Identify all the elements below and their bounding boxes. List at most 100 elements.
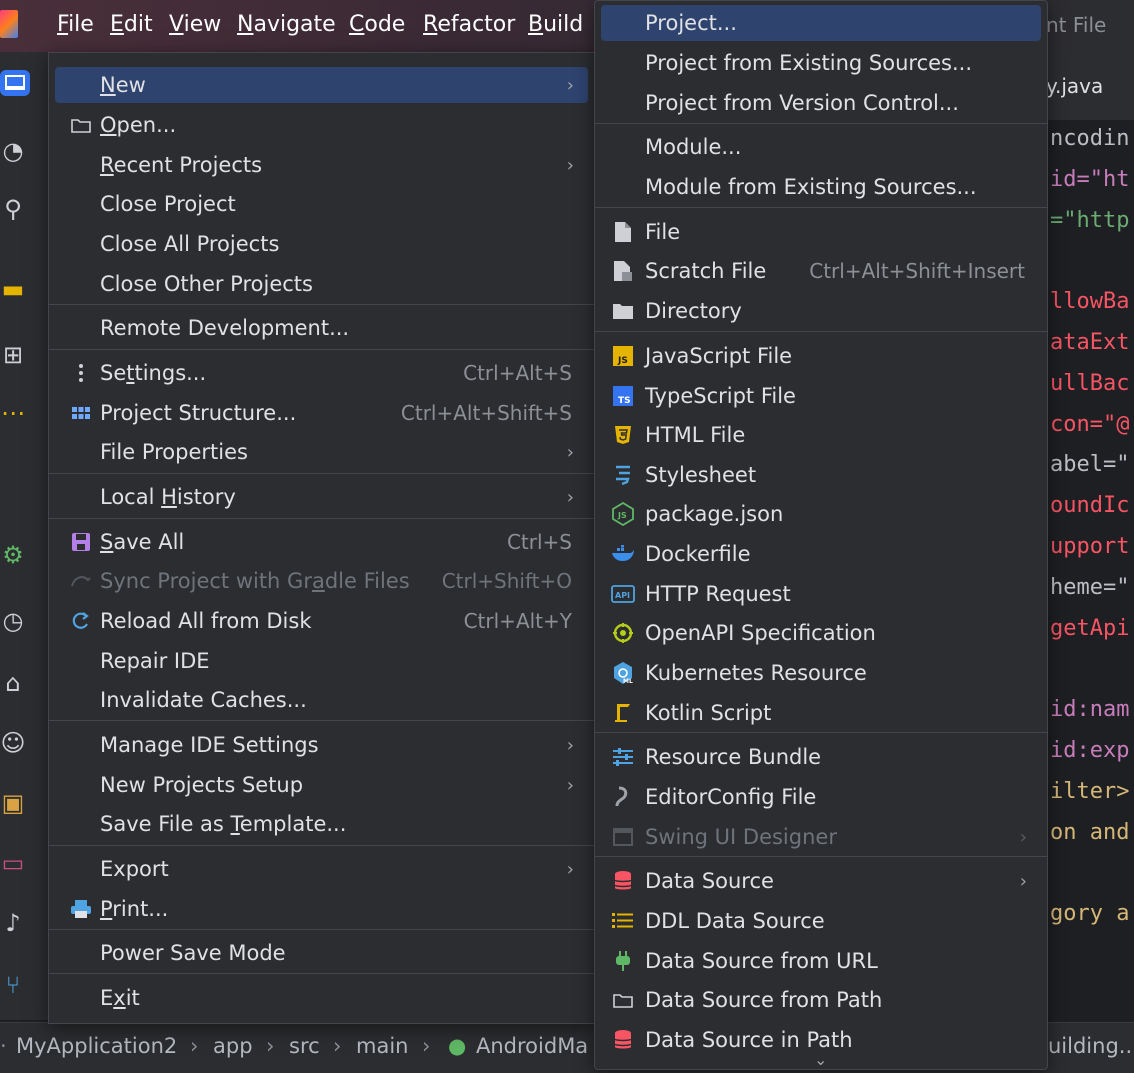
menu-item-label: Close Project [100,192,236,216]
profiler-icon[interactable]: ◷ [0,607,26,635]
menu-item-settings[interactable]: Settings... Ctrl+Alt+S [55,355,588,391]
menu-item-data-source[interactable]: Data Source › [601,863,1041,899]
code-line: on and [1050,819,1130,845]
resource-manager-icon[interactable]: ⊞ [0,341,26,369]
menu-item-power-save-mode[interactable]: Power Save Mode [55,935,588,971]
editorconfig-icon [611,785,635,809]
chevron-right-icon: › [1019,826,1027,848]
kubernetes-icon: ML [611,661,635,685]
menu-item-project-from-version-control[interactable]: Project from Version Control... [601,85,1041,121]
menu-item-ddl-data-source[interactable]: DDL Data Source [601,903,1041,939]
menu-item-file[interactable]: File [601,214,1041,250]
menu-item-manage-ide-settings[interactable]: Manage IDE Settings › [55,727,588,763]
menu-item-module-from-existing-sources[interactable]: Module from Existing Sources... [601,169,1041,205]
menu-item-stylesheet[interactable]: Stylesheet [601,457,1041,493]
menu-edit[interactable]: Edit [110,0,153,52]
menu-item-project-structure[interactable]: Project Structure... Ctrl+Alt+Shift+S [55,395,588,431]
code-line: ataExt [1050,330,1130,355]
menu-item-typescript-file[interactable]: TS TypeScript File [601,378,1041,414]
menu-item-shortcut: Ctrl+Alt+S [463,361,572,385]
menu-item-save-file-as-template[interactable]: Save File as Template... [55,806,588,842]
code-line: ullBac [1050,370,1130,396]
settings-gear-icon[interactable]: ⚙ [0,541,26,569]
menu-build[interactable]: Build [528,0,583,52]
bookmarks-tool-icon[interactable]: ▬ [0,275,26,303]
editor-tab-label[interactable]: y.java [1046,74,1103,98]
breadcrumb-project[interactable]: MyApplication2 [16,1034,177,1058]
menu-item-data-source-from-path[interactable]: Data Source from Path [601,982,1041,1018]
menu-item-save-all[interactable]: Save All Ctrl+S [55,524,588,560]
breadcrumb-app[interactable]: app [213,1034,253,1058]
menu-item-label: Project from Version Control... [645,91,959,115]
menu-item-project[interactable]: Project... [601,5,1041,41]
menu-file[interactable]: File [57,0,94,52]
menu-item-file-properties[interactable]: File Properties › [55,434,588,470]
menu-navigate[interactable]: Navigate [237,0,336,52]
code-line: ="http [1050,207,1130,233]
gradle-icon [69,569,93,593]
menu-item-reload-all-from-disk[interactable]: Reload All from Disk Ctrl+Alt+Y [55,603,588,639]
menu-item-new[interactable]: New › [55,67,588,103]
menu-separator [595,732,1047,733]
breadcrumb-src[interactable]: src [289,1034,320,1058]
menu-refactor[interactable]: Refactor [423,0,515,52]
breadcrumb-manifest[interactable]: AndroidMa [476,1034,594,1058]
code-editor[interactable]: ncodin id="ht ="http llowBa ataExt ullBac con=… [1046,120,1134,1020]
menu-item-local-history[interactable]: Local History › [55,479,588,515]
menu-item-scratch-file[interactable]: Scratch File Ctrl+Alt+Shift+Insert [601,253,1041,289]
menu-item-kotlin-script[interactable]: Kotlin Script [601,695,1041,731]
structure-tool-icon[interactable]: ⚲ [0,195,26,223]
menu-item-http-request[interactable]: API HTTP Request [601,576,1041,612]
menu-item-remote-development[interactable]: Remote Development... [55,310,588,346]
chevron-right-icon: › [566,858,574,880]
menu-item-package-json[interactable]: JS package.json [601,496,1041,532]
menu-item-html-file[interactable]: HTML File [601,417,1041,453]
breadcrumb-main[interactable]: main [356,1034,408,1058]
menu-item-editorconfig-file[interactable]: EditorConfig File [601,779,1041,815]
device-manager-icon[interactable]: ⌂ [0,669,26,697]
menu-item-data-source-from-url[interactable]: Data Source from URL [601,943,1041,979]
menu-separator [595,856,1047,857]
menu-item-close-project[interactable]: Close Project [55,186,588,222]
app-inspection-icon[interactable]: ▣ [0,789,26,817]
menu-item-module[interactable]: Module... [601,129,1041,165]
menu-item-close-all-projects[interactable]: Close All Projects [55,226,588,262]
menu-item-repair-ide[interactable]: Repair IDE [55,643,588,679]
menu-item-directory[interactable]: Directory [601,293,1041,329]
menu-view[interactable]: View [169,0,221,52]
menu-item-invalidate-caches[interactable]: Invalidate Caches... [55,682,588,718]
menu-item-javascript-file[interactable]: JS JavaScript File [601,338,1041,374]
menu-code[interactable]: Code [349,0,405,52]
menu-item-project-from-existing-sources[interactable]: Project from Existing Sources... [601,45,1041,81]
menu-item-kubernetes-resource[interactable]: ML Kubernetes Resource [601,655,1041,691]
menu-item-openapi-specification[interactable]: OpenAPI Specification [601,615,1041,651]
menu-item-label: Recent Projects [100,153,263,177]
menu-item-dockerfile[interactable]: Dockerfile [601,536,1041,572]
menu-item-export[interactable]: Export › [55,851,588,887]
menu-item-print[interactable]: Print... [55,891,588,927]
code-line: oundIc [1050,493,1130,519]
menu-item-open[interactable]: Open... [55,107,588,143]
commit-tool-icon[interactable]: ◔ [0,137,26,165]
menu-item-resource-bundle[interactable]: Resource Bundle [601,739,1041,775]
plug-icon [611,949,635,973]
scroll-down-chevron-icon[interactable]: ⌄ [814,1050,827,1069]
terminal-icon[interactable]: ▭ [0,849,26,877]
api-icon: API [611,582,635,606]
menu-item-close-other-projects[interactable]: Close Other Projects [55,266,588,302]
more-tools-icon[interactable]: ⋯ [0,399,26,427]
file-menu-popup: New › Open... Recent Projects › Close Project… [48,52,595,1024]
version-control-icon[interactable]: ⑂ [0,971,26,999]
menu-item-label: Resource Bundle [645,745,822,769]
menu-item-recent-projects[interactable]: Recent Projects › [55,147,588,183]
menu-item-label: TypeScript File [645,384,796,408]
logcat-icon[interactable]: ☺ [0,729,26,757]
menu-item-exit[interactable]: Exit [55,980,588,1016]
code-line: con="@ [1050,411,1130,437]
svg-text:TS: TS [618,396,631,406]
menu-item-new-projects-setup[interactable]: New Projects Setup › [55,767,588,803]
project-tool-icon[interactable] [0,70,30,96]
notifications-bell-icon[interactable]: ♪ [0,909,26,937]
menu-item-shortcut: Ctrl+S [506,530,572,554]
breadcrumb-sep-icon: · [0,1034,7,1058]
